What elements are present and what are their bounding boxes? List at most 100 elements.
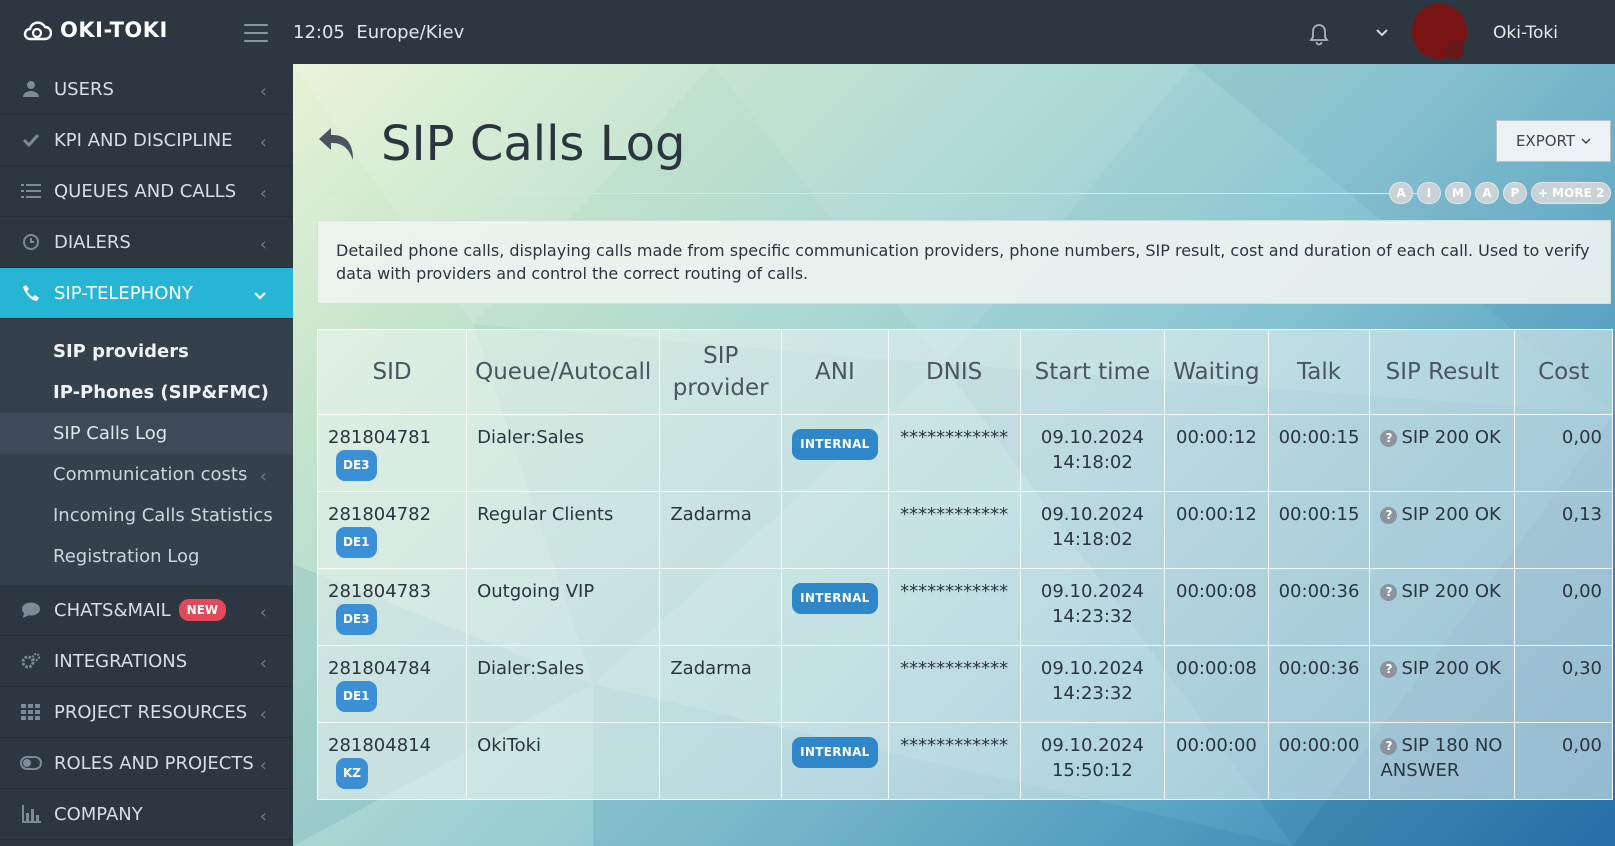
column-header-sip-result[interactable]: SIP Result xyxy=(1369,329,1516,415)
column-header-waiting[interactable]: Waiting xyxy=(1164,329,1269,415)
chevron-left-icon: ‹ xyxy=(259,806,267,827)
cell-queue: Dialer:Sales xyxy=(466,645,661,723)
sidebar-item-dialers[interactable]: DIALERS ‹ xyxy=(0,217,293,268)
submenu-item-registration-log[interactable]: Registration Log xyxy=(0,536,293,577)
more-tags-button[interactable]: + MORE 2 xyxy=(1530,182,1612,204)
sid-value[interactable]: 281804783 xyxy=(328,581,431,602)
cell-sid: 281804784DE1 xyxy=(316,645,468,723)
sid-value[interactable]: 281804814 xyxy=(328,735,431,756)
chevron-left-icon: ‹ xyxy=(259,602,267,623)
sid-badge: DE1 xyxy=(336,527,377,558)
start-date: 09.10.2024 xyxy=(1040,581,1144,602)
submenu-item-ip-phones[interactable]: IP-Phones (SIP&FMC) xyxy=(0,372,293,413)
cell-waiting: 00:00:00 xyxy=(1164,722,1269,800)
cell-start-time: 09.10.2024 14:18:02 xyxy=(1019,491,1166,569)
cell-ani: INTERNAL xyxy=(781,414,889,492)
start-date: 09.10.2024 xyxy=(1040,735,1144,756)
cell-sid: 281804814KZ xyxy=(316,722,468,800)
question-icon[interactable]: ? xyxy=(1380,738,1398,755)
cell-dnis: ************ xyxy=(887,722,1021,800)
cell-waiting: 00:00:12 xyxy=(1164,491,1269,569)
clock-icon xyxy=(20,231,42,253)
column-header-dnis[interactable]: DNIS xyxy=(887,329,1021,415)
table-row[interactable]: 281804783DE3 Outgoing VIP INTERNAL *****… xyxy=(316,568,1613,646)
sid-value[interactable]: 281804782 xyxy=(328,504,431,525)
app-logo[interactable]: OKI-TOKI xyxy=(22,18,168,42)
sip-result-text: SIP 200 OK xyxy=(1401,504,1501,525)
question-icon[interactable]: ? xyxy=(1380,584,1398,601)
sidebar-item-kpi[interactable]: KPI AND DISCIPLINE ‹ xyxy=(0,115,293,166)
main-content: SIP Calls Log EXPORT A I M A P + MORE 2 … xyxy=(293,64,1615,846)
column-header-queue[interactable]: Queue/Autocall xyxy=(466,329,661,415)
bell-icon[interactable] xyxy=(1308,22,1330,46)
sidebar-item-queues[interactable]: QUEUES AND CALLS ‹ xyxy=(0,166,293,217)
question-icon[interactable]: ? xyxy=(1380,507,1398,524)
menu-toggle-icon[interactable] xyxy=(244,24,268,42)
start-clock: 15:50:12 xyxy=(1051,760,1133,781)
column-header-ani[interactable]: ANI xyxy=(781,329,889,415)
column-header-sid[interactable]: SID xyxy=(316,329,468,415)
project-tag[interactable]: I xyxy=(1417,182,1441,204)
cell-start-time: 09.10.2024 14:23:32 xyxy=(1019,645,1166,723)
chevron-left-icon: ‹ xyxy=(259,755,267,776)
user-icon xyxy=(20,78,42,100)
start-clock: 14:18:02 xyxy=(1051,529,1133,550)
start-date: 09.10.2024 xyxy=(1040,658,1144,679)
project-tag[interactable]: M xyxy=(1445,182,1471,204)
submenu-label: Communication costs xyxy=(53,464,248,485)
project-tag[interactable]: A xyxy=(1474,182,1499,204)
submenu-item-incoming-calls-statistics[interactable]: Incoming Calls Statistics xyxy=(0,495,293,536)
column-header-cost[interactable]: Cost xyxy=(1514,329,1613,415)
submenu-item-sip-calls-log[interactable]: SIP Calls Log xyxy=(0,413,293,454)
question-icon[interactable]: ? xyxy=(1380,661,1398,678)
sidebar-item-roles-projects[interactable]: ROLES AND PROJECTS ‹ xyxy=(0,738,293,789)
column-header-sip-provider[interactable]: SIP provider xyxy=(659,329,783,415)
chevron-left-icon: ‹ xyxy=(259,132,267,153)
column-header-talk[interactable]: Talk xyxy=(1267,329,1371,415)
project-tag[interactable]: A xyxy=(1389,182,1413,204)
cell-sip-result: ? SIP 180 NO ANSWER xyxy=(1369,722,1516,800)
start-date: 09.10.2024 xyxy=(1040,504,1144,525)
table-row[interactable]: 281804782DE1 Regular Clients Zadarma ***… xyxy=(316,491,1613,569)
cell-talk: 00:00:36 xyxy=(1267,645,1371,723)
cell-cost: 0,30 xyxy=(1514,645,1613,723)
page-title: SIP Calls Log xyxy=(381,116,686,172)
submenu-item-communication-costs[interactable]: Communication costs ‹ xyxy=(0,454,293,495)
phone-icon xyxy=(20,282,42,304)
chevron-left-icon: ‹ xyxy=(259,183,267,204)
cell-sip-result: ? SIP 200 OK xyxy=(1369,568,1516,646)
sidebar-item-chats-mail[interactable]: CHATS&MAIL NEW ‹ xyxy=(0,585,293,636)
question-icon[interactable]: ? xyxy=(1380,430,1398,447)
submenu-label: Registration Log xyxy=(53,546,200,567)
project-tags: A I M A P + MORE 2 xyxy=(1389,182,1612,204)
chevron-left-icon: ‹ xyxy=(259,81,267,102)
column-header-start-time[interactable]: Start time xyxy=(1019,329,1166,415)
sidebar-item-label: USERS xyxy=(54,78,114,100)
cell-dnis: ************ xyxy=(887,645,1021,723)
sidebar: USERS ‹ KPI AND DISCIPLINE ‹ QUEUES AND … xyxy=(0,64,293,846)
sidebar-item-users[interactable]: USERS ‹ xyxy=(0,64,293,115)
top-bar: OKI-TOKI 12:05 Europe/Kiev Oki-Toki xyxy=(0,0,1615,64)
table-row[interactable]: 281804781DE3 Dialer:Sales INTERNAL *****… xyxy=(316,414,1613,492)
cell-dnis: ************ xyxy=(887,568,1021,646)
cloud-icon xyxy=(23,21,52,41)
chevron-down-icon xyxy=(1581,138,1591,145)
cell-sid: 281804781DE3 xyxy=(316,414,468,492)
table-row[interactable]: 281804814KZ OkiToki INTERNAL ***********… xyxy=(316,722,1613,800)
submenu-item-sip-providers[interactable]: SIP providers xyxy=(0,331,293,372)
back-arrow-icon[interactable] xyxy=(317,126,357,162)
project-tag[interactable]: P xyxy=(1502,182,1527,204)
sidebar-item-project-resources[interactable]: PROJECT RESOURCES ‹ xyxy=(0,687,293,738)
table-row[interactable]: 281804784DE1 Dialer:Sales Zadarma ******… xyxy=(316,645,1613,723)
sid-value[interactable]: 281804784 xyxy=(328,658,431,679)
sidebar-item-integrations[interactable]: INTEGRATIONS ‹ xyxy=(0,636,293,687)
user-name[interactable]: Oki-Toki xyxy=(1493,23,1558,43)
export-button[interactable]: EXPORT xyxy=(1496,120,1611,162)
sidebar-item-sip-telephony[interactable]: SIP-TELEPHONY xyxy=(0,268,293,319)
cell-talk: 00:00:15 xyxy=(1267,414,1371,492)
sid-value[interactable]: 281804781 xyxy=(328,427,431,448)
sip-result-text: SIP 200 OK xyxy=(1401,581,1501,602)
sidebar-item-company[interactable]: COMPANY ‹ xyxy=(0,789,293,840)
chevron-down-icon[interactable] xyxy=(1375,28,1389,38)
cell-start-time: 09.10.2024 14:18:02 xyxy=(1019,414,1166,492)
